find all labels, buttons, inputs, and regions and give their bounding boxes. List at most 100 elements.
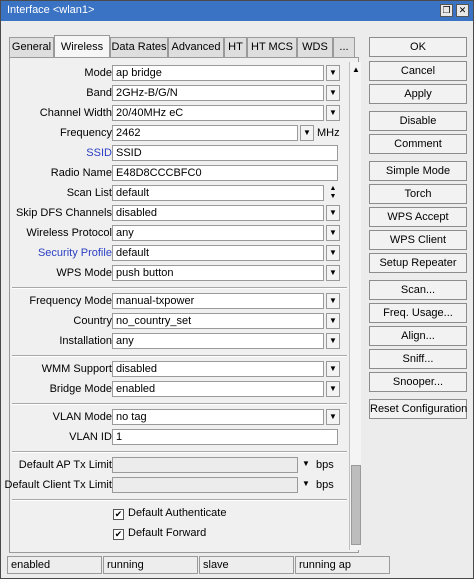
tab-advanced[interactable]: Advanced <box>168 37 224 57</box>
default-authenticate-checkbox[interactable]: ✔ Default Authenticate <box>113 507 226 520</box>
band-select[interactable]: 2GHz-B/G/N <box>112 85 324 101</box>
wps-client-button[interactable]: WPS Client <box>369 230 467 250</box>
vlan-mode-dropdown-icon[interactable]: ▼ <box>326 409 340 425</box>
tab-ht[interactable]: HT <box>224 37 247 57</box>
reset-configuration-button[interactable]: Reset Configuration <box>369 399 467 419</box>
freq-usage-button[interactable]: Freq. Usage... <box>369 303 467 323</box>
align-button[interactable]: Align... <box>369 326 467 346</box>
vertical-scrollbar[interactable]: ▲ <box>349 62 361 550</box>
disable-button[interactable]: Disable <box>369 111 467 131</box>
scan-list-select[interactable]: default <box>112 185 324 201</box>
frequency-select[interactable]: 2462 <box>112 125 298 141</box>
wmm-support-select[interactable]: disabled <box>112 361 324 377</box>
skip-dfs-dropdown-icon[interactable]: ▼ <box>326 205 340 221</box>
security-profile-select[interactable]: default <box>112 245 324 261</box>
ssid-label[interactable]: SSID: <box>86 147 115 159</box>
checkmark-icon[interactable]: ✔ <box>113 529 124 540</box>
country-dropdown-icon[interactable]: ▼ <box>326 313 340 329</box>
divider <box>12 451 347 453</box>
tab-general[interactable]: General <box>9 37 54 57</box>
close-icon[interactable]: ✕ <box>456 4 469 17</box>
channel-width-select[interactable]: 20/40MHz eC <box>112 105 324 121</box>
title-bar[interactable]: Interface <wlan1> ❐ ✕ <box>1 1 473 21</box>
wmm-support-label: WMM Support: <box>41 363 115 375</box>
vlan-id-input[interactable]: 1 <box>112 429 338 445</box>
vlan-mode-label: VLAN Mode: <box>52 411 115 423</box>
scan-list-up-icon[interactable]: ▲ <box>330 185 337 192</box>
default-authenticate-label: Default Authenticate <box>128 507 227 519</box>
wmm-support-dropdown-icon[interactable]: ▼ <box>326 361 340 377</box>
default-client-tx-limit-label: Default Client Tx Limit: <box>4 479 115 491</box>
status-running: running <box>103 556 198 574</box>
tab-data-rates[interactable]: Data Rates <box>110 37 168 57</box>
wps-mode-dropdown-icon[interactable]: ▼ <box>326 265 340 281</box>
sniff-button[interactable]: Sniff... <box>369 349 467 369</box>
country-label: Country: <box>73 315 115 327</box>
divider <box>12 287 347 289</box>
apply-button[interactable]: Apply <box>369 84 467 104</box>
channel-width-dropdown-icon[interactable]: ▼ <box>326 105 340 121</box>
wps-mode-select[interactable]: push button <box>112 265 324 281</box>
vlan-mode-select[interactable]: no tag <box>112 409 324 425</box>
mode-select[interactable]: ap bridge <box>112 65 324 81</box>
installation-select[interactable]: any <box>112 333 324 349</box>
ssid-input[interactable]: SSID <box>112 145 338 161</box>
installation-dropdown-icon[interactable]: ▼ <box>326 333 340 349</box>
comment-button[interactable]: Comment <box>369 134 467 154</box>
bridge-mode-label: Bridge Mode: <box>49 383 115 395</box>
frequency-unit: MHz <box>317 127 340 139</box>
frequency-label: Frequency: <box>59 127 115 139</box>
wireless-protocol-dropdown-icon[interactable]: ▼ <box>326 225 340 241</box>
default-forward-checkbox[interactable]: ✔ Default Forward <box>113 527 206 540</box>
wps-accept-button[interactable]: WPS Accept <box>369 207 467 227</box>
radio-name-label: Radio Name: <box>50 167 115 179</box>
tab-wireless[interactable]: Wireless <box>54 35 110 57</box>
status-running-ap: running ap <box>295 556 390 574</box>
security-profile-dropdown-icon[interactable]: ▼ <box>326 245 340 261</box>
scan-list-down-icon[interactable]: ▼ <box>330 193 337 200</box>
mode-dropdown-icon[interactable]: ▼ <box>326 65 340 81</box>
scrollbar-thumb[interactable] <box>351 465 361 545</box>
divider <box>12 355 347 357</box>
wireless-protocol-select[interactable]: any <box>112 225 324 241</box>
snooper-button[interactable]: Snooper... <box>369 372 467 392</box>
radio-name-input[interactable]: E48D8CCCBFC0 <box>112 165 338 181</box>
setup-repeater-button[interactable]: Setup Repeater <box>369 253 467 273</box>
band-dropdown-icon[interactable]: ▼ <box>326 85 340 101</box>
default-forward-label: Default Forward <box>128 527 207 539</box>
restore-icon[interactable]: ❐ <box>440 4 453 17</box>
bridge-mode-dropdown-icon[interactable]: ▼ <box>326 381 340 397</box>
channel-width-label: Channel Width: <box>39 107 115 119</box>
frequency-mode-select[interactable]: manual-txpower <box>112 293 324 309</box>
tab-more[interactable]: ... <box>333 37 355 57</box>
country-select[interactable]: no_country_set <box>112 313 324 329</box>
torch-button[interactable]: Torch <box>369 184 467 204</box>
bridge-mode-select[interactable]: enabled <box>112 381 324 397</box>
scan-list-updown-icon[interactable]: ▲ ▼ <box>326 185 340 201</box>
tab-ht-mcs[interactable]: HT MCS <box>247 37 297 57</box>
default-ap-tx-limit-unit: bps <box>316 459 334 471</box>
tab-wds[interactable]: WDS <box>297 37 333 57</box>
simple-mode-button[interactable]: Simple Mode <box>369 161 467 181</box>
frequency-dropdown-icon[interactable]: ▼ <box>300 125 314 141</box>
checkmark-icon[interactable]: ✔ <box>113 509 124 520</box>
mode-label: Mode: <box>84 67 115 79</box>
ok-button[interactable]: OK <box>369 37 467 57</box>
default-client-tx-limit-dropdown-icon[interactable]: ▼ <box>302 479 310 488</box>
scan-button[interactable]: Scan... <box>369 280 467 300</box>
frequency-mode-label: Frequency Mode: <box>29 295 115 307</box>
frequency-mode-dropdown-icon[interactable]: ▼ <box>326 293 340 309</box>
cancel-button[interactable]: Cancel <box>369 61 467 81</box>
default-ap-tx-limit-dropdown-icon[interactable]: ▼ <box>302 459 310 468</box>
default-client-tx-limit-input[interactable] <box>112 477 298 493</box>
security-profile-label[interactable]: Security Profile: <box>38 247 115 259</box>
band-label: Band: <box>86 87 115 99</box>
vlan-id-label: VLAN ID: <box>69 431 115 443</box>
skip-dfs-label: Skip DFS Channels: <box>15 207 115 219</box>
wps-mode-label: WPS Mode: <box>56 267 115 279</box>
default-client-tx-limit-unit: bps <box>316 479 334 491</box>
skip-dfs-select[interactable]: disabled <box>112 205 324 221</box>
default-ap-tx-limit-input[interactable] <box>112 457 298 473</box>
status-slave: slave <box>199 556 294 574</box>
scroll-up-icon[interactable]: ▲ <box>350 64 362 76</box>
